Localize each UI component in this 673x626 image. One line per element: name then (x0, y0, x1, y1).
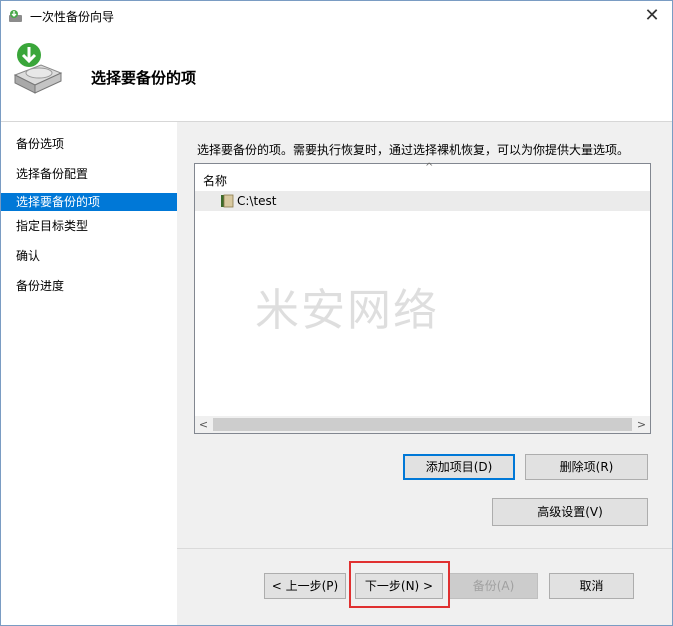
nav-step-backup-config[interactable]: 选择备份配置 (1, 165, 177, 183)
close-button[interactable]: ✕ (636, 3, 668, 29)
cancel-button[interactable]: 取消 (549, 573, 634, 599)
backup-disk-icon (13, 43, 63, 94)
column-header-label: 名称 (203, 174, 228, 188)
wizard-header: 选择要备份的项 (1, 31, 672, 121)
remove-item-button[interactable]: 删除项(R) (525, 454, 648, 480)
backup-app-icon (9, 10, 22, 22)
scroll-right-icon[interactable]: > (633, 416, 650, 433)
wizard-content: 选择要备份的项。需要执行恢复时，通过选择裸机恢复，可以为你提供大量选项。 ^ 名… (177, 122, 672, 625)
advanced-settings-button[interactable]: 高级设置(V) (492, 498, 648, 526)
nav-step-confirm[interactable]: 确认 (1, 247, 177, 265)
nav-step-progress[interactable]: 备份进度 (1, 277, 177, 295)
sort-arrow-icon: ^ (425, 162, 434, 173)
wizard-step-nav: 备份选项 选择备份配置 选择要备份的项 指定目标类型 确认 备份进度 (1, 122, 177, 625)
nav-step-backup-options[interactable]: 备份选项 (1, 135, 177, 153)
page-title: 选择要备份的项 (91, 69, 197, 87)
footer-divider (177, 548, 672, 549)
watermark-text: 米安网络 (255, 285, 439, 336)
horizontal-scrollbar[interactable]: < > (195, 416, 650, 433)
list-item-label: C:\test (237, 194, 277, 208)
window-title: 一次性备份向导 (30, 10, 115, 24)
description-text: 选择要备份的项。需要执行恢复时，通过选择裸机恢复，可以为你提供大量选项。 (197, 143, 630, 157)
column-header-name[interactable]: ^ 名称 (195, 162, 650, 190)
list-item[interactable]: C:\test (195, 191, 650, 211)
scrollbar-thumb[interactable] (213, 418, 632, 431)
folder-icon (221, 194, 234, 208)
next-button-highlight (349, 561, 450, 608)
scroll-left-icon[interactable]: < (195, 416, 212, 433)
title-bar: 一次性备份向导 ✕ (1, 1, 672, 31)
add-items-button[interactable]: 添加项目(D) (403, 454, 515, 480)
backup-items-list[interactable]: ^ 名称 C:\test 米安网络 < > (194, 162, 651, 434)
previous-button[interactable]: < 上一步(P) (264, 573, 346, 599)
close-icon: ✕ (644, 5, 660, 26)
nav-step-destination-type[interactable]: 指定目标类型 (1, 217, 177, 235)
nav-step-select-items[interactable]: 选择要备份的项 (1, 193, 177, 211)
backup-button[interactable]: 备份(A) (449, 573, 538, 599)
